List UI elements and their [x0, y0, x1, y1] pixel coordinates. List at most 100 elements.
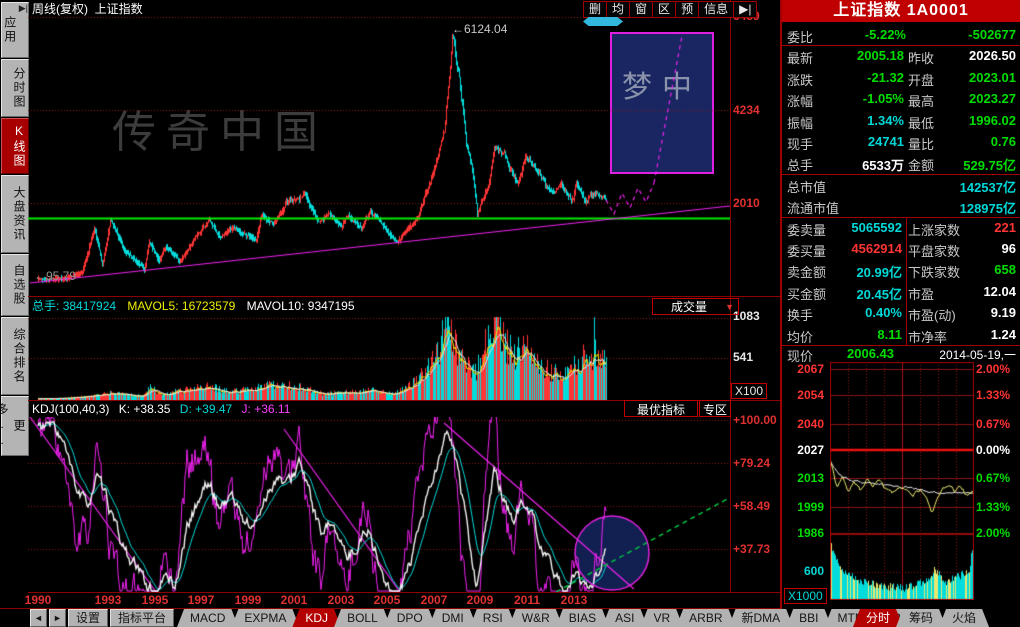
- field-value: 24741: [828, 134, 904, 149]
- indicator-tab-dmi[interactable]: DMI: [429, 609, 477, 627]
- field-label: 平盘家数: [908, 241, 960, 260]
- button-label: 专区: [703, 403, 727, 417]
- field-value: 1.24: [956, 327, 1016, 342]
- x-axis-year-label: 2009: [467, 593, 494, 607]
- best-indicator-button[interactable]: 最优指标: [624, 400, 698, 417]
- scroll-left-button[interactable]: ◄: [30, 609, 47, 627]
- sidebar-item-more[interactable]: 更多..: [1, 396, 29, 456]
- field-value: 12.04: [956, 284, 1016, 299]
- indicator-tab-rsi[interactable]: RSI: [470, 609, 516, 627]
- field-value: 0.40%: [826, 305, 902, 320]
- intraday-pct-tick: 2.00%: [976, 362, 1010, 376]
- zone-button[interactable]: 专区: [699, 400, 731, 417]
- indicator-tab-kdj[interactable]: KDJ: [292, 609, 341, 627]
- intraday-pct-tick: 1.33%: [976, 500, 1010, 514]
- toolbar-ma-button[interactable]: 均: [607, 2, 630, 17]
- indicator-platform-button[interactable]: 指标平台: [110, 609, 174, 627]
- field-label: 卖金额: [787, 262, 826, 281]
- indicator-tab-bbi[interactable]: BBI: [786, 609, 831, 627]
- j-value: +36.11: [254, 402, 290, 416]
- sidebar-item-watchlist[interactable]: 自选股: [1, 254, 29, 316]
- unit-text: X1000: [788, 589, 823, 603]
- indicator-tab-boll[interactable]: BOLL: [334, 609, 391, 627]
- kdj-indicator-chart[interactable]: [28, 417, 730, 592]
- x-axis-year-label: 2013: [561, 593, 588, 607]
- x-axis-year-label: 1997: [188, 593, 215, 607]
- field-label: 下跌家数: [908, 262, 960, 281]
- quote-panel: 上证指数 1A0001 委比-5.22%-502677最新2005.18昨收20…: [780, 0, 1020, 627]
- field-label: 现手: [787, 134, 813, 153]
- intraday-price-tick: 1986: [797, 526, 824, 540]
- kdj-title: KDJ(100,40,3): [32, 402, 109, 416]
- sidebar-item-label: 更多..: [0, 403, 26, 449]
- d-label: D:: [180, 402, 192, 416]
- toolbar-forecast-button[interactable]: 预: [676, 2, 699, 17]
- x-axis-year-label: 1993: [95, 593, 122, 607]
- intraday-price-tick: 2040: [797, 417, 824, 431]
- indicator-tab-bias[interactable]: BIAS: [556, 609, 609, 627]
- quote-row: 委比-5.22%-502677: [782, 24, 1020, 45]
- field-value: 2023.01: [938, 70, 1016, 85]
- indicator-tab-expma[interactable]: EXPMA: [231, 609, 299, 627]
- toolbar-delete-button[interactable]: 删: [584, 2, 607, 17]
- toolbar-window-button[interactable]: 窗: [630, 2, 653, 17]
- sidebar-item-market-news[interactable]: 大盘资讯: [1, 175, 29, 253]
- sidebar-item-apps[interactable]: ▶|应用: [1, 2, 29, 58]
- quote-row: 振幅1.34%最低1996.02: [782, 110, 1020, 131]
- intraday-pct-tick: 0.67%: [976, 417, 1010, 431]
- toolbar-collapse-icon[interactable]: ▶|: [734, 2, 756, 17]
- indicator-tab-macd[interactable]: MACD: [177, 609, 238, 627]
- intraday-volume-tick: 600: [804, 564, 824, 578]
- volume-chart[interactable]: [28, 316, 730, 400]
- indicator-tab-asi[interactable]: ASI: [602, 609, 647, 627]
- field-value: 2023.27: [938, 91, 1016, 106]
- indicator-tab-新dma[interactable]: 新DMA: [729, 609, 794, 627]
- field-value: -1.05%: [828, 91, 904, 106]
- current-price-value: 2006.43: [834, 346, 894, 361]
- mavol5-value: 16723579: [182, 299, 235, 313]
- low-price-label: ←95.79: [34, 269, 76, 283]
- field-value: 2026.50: [938, 48, 1016, 63]
- zongshou-label: 总手:: [32, 299, 59, 313]
- kdj-y-tick: +37.73: [733, 542, 770, 556]
- quote-panel-title: 上证指数 1A0001: [782, 0, 1020, 22]
- quote-row: 换手0.40%市盈(动)9.19: [782, 302, 1020, 323]
- view-tab-火焰[interactable]: 火焰: [939, 609, 989, 627]
- quote-row: 委买量4562914平盘家数96: [782, 238, 1020, 259]
- view-tab-筹码[interactable]: 筹码: [896, 609, 946, 627]
- intraday-price-tick: 2054: [797, 388, 824, 402]
- toolbar-region-button[interactable]: 区: [653, 2, 676, 17]
- x-axis-year-label: 1995: [142, 593, 169, 607]
- quote-row: 总市值142537亿: [782, 174, 1020, 195]
- intraday-price-tick: 1999: [797, 500, 824, 514]
- indicator-tab-vr[interactable]: VR: [640, 609, 683, 627]
- field-label: 最高: [908, 91, 934, 110]
- intraday-mini-chart[interactable]: [830, 362, 974, 600]
- zongshou-value: 38417924: [63, 299, 116, 313]
- toolbar-info-button[interactable]: 信息: [699, 2, 734, 17]
- weekly-candlestick-chart[interactable]: [28, 0, 730, 296]
- settings-button[interactable]: 设置: [68, 609, 108, 627]
- field-value: 4562914: [826, 241, 902, 256]
- indicator-tab-w&r[interactable]: W&R: [509, 609, 563, 627]
- quote-row: 总手6533万金额529.75亿: [782, 152, 1020, 173]
- scroll-right-button[interactable]: ►: [49, 609, 66, 627]
- sidebar-item-ranking[interactable]: 综合排名: [1, 317, 29, 395]
- sidebar-item-kline-chart[interactable]: K线图: [1, 118, 29, 174]
- sidebar-item-label: 分时图: [12, 67, 26, 109]
- volume-indicator-dropdown[interactable]: 成交量 ▼: [652, 298, 739, 315]
- x-axis-year-label: 2007: [421, 593, 448, 607]
- view-tab-分时[interactable]: 分时: [853, 609, 903, 627]
- horizontal-scrollbar-thumb[interactable]: [583, 17, 623, 26]
- y-axis-tick: 4234: [733, 103, 760, 117]
- quote-row: 涨幅-1.05%最高2023.27: [782, 88, 1020, 109]
- sidebar-item-label: 大盘资讯: [12, 186, 26, 242]
- sidebar-item-label: 应用: [3, 16, 17, 44]
- row-divider: [782, 217, 1020, 218]
- indicator-tab-arbr[interactable]: ARBR: [676, 609, 735, 627]
- field-label: 流通市值: [787, 198, 839, 217]
- sidebar-item-intraday-chart[interactable]: 分时图: [1, 59, 29, 117]
- x-axis-year-label: 2011: [514, 593, 540, 607]
- indicator-tab-dpo[interactable]: DPO: [384, 609, 436, 627]
- field-label: 总手: [787, 155, 813, 174]
